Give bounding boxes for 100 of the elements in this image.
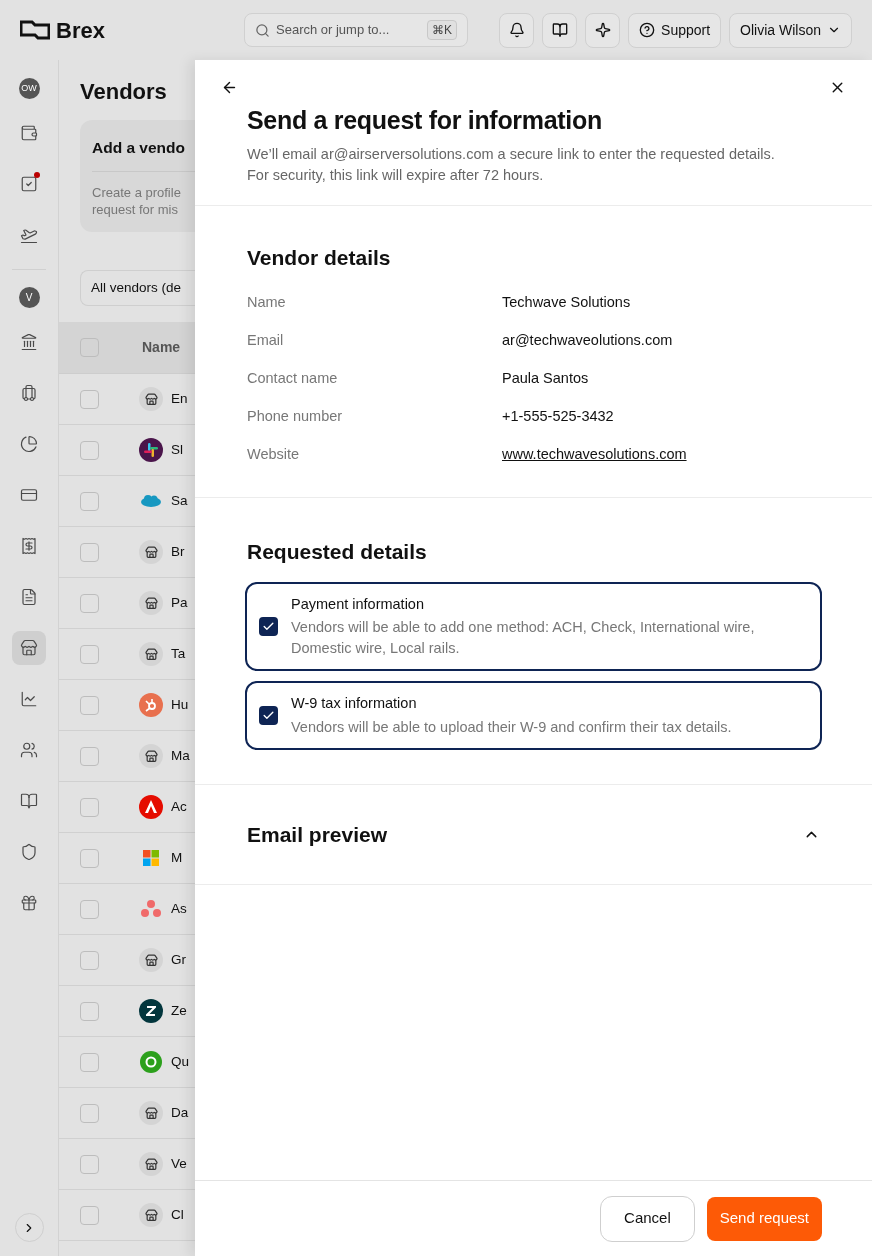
field-label: Phone number bbox=[247, 407, 344, 427]
pinwheel-logo-icon bbox=[139, 438, 163, 462]
row-checkbox[interactable] bbox=[80, 542, 99, 562]
cancel-button[interactable]: Cancel bbox=[600, 1195, 695, 1242]
search-field[interactable]: Search or jump to... ⌘K bbox=[244, 13, 468, 47]
option-title: W-9 tax information bbox=[291, 694, 418, 714]
row-checkbox[interactable] bbox=[80, 797, 99, 817]
field-value: ar@techwaveolutions.com bbox=[502, 331, 673, 351]
card-text: Create a profile request for mis bbox=[92, 184, 182, 219]
vendor-name: Da bbox=[171, 1103, 189, 1122]
option-title: Payment information bbox=[291, 594, 425, 614]
store-icon bbox=[139, 1152, 163, 1176]
option-checkbox[interactable] bbox=[259, 616, 278, 636]
shortcut-key: ⌘K bbox=[427, 20, 457, 40]
store-icon bbox=[139, 948, 163, 972]
row-checkbox[interactable] bbox=[80, 440, 99, 460]
support-button[interactable]: Support bbox=[628, 12, 722, 48]
row-checkbox[interactable] bbox=[80, 848, 99, 868]
checkbox-icon bbox=[20, 175, 38, 193]
entity-avatar[interactable]: V bbox=[18, 287, 40, 308]
store-icon bbox=[139, 1203, 163, 1227]
people-icon bbox=[20, 741, 38, 759]
vendor-name: Ve bbox=[171, 1154, 187, 1173]
search-input: Search or jump to... bbox=[276, 20, 421, 40]
field-value: +1-555-525-3432 bbox=[502, 407, 614, 427]
vendor-name: Br bbox=[171, 542, 185, 561]
book-button[interactable] bbox=[542, 12, 578, 48]
website-link[interactable]: www.techwavesolutions.com bbox=[502, 444, 687, 466]
vendor-name: Cl bbox=[171, 1205, 184, 1224]
row-checkbox[interactable] bbox=[80, 491, 99, 511]
store-icon bbox=[139, 540, 163, 564]
store-icon bbox=[139, 387, 163, 411]
store-icon bbox=[139, 1101, 163, 1125]
row-checkbox[interactable] bbox=[80, 899, 99, 919]
row-checkbox[interactable] bbox=[80, 389, 99, 409]
store-icon bbox=[20, 639, 38, 657]
row-checkbox[interactable] bbox=[80, 695, 99, 715]
vendor-name: As bbox=[171, 899, 187, 918]
row-checkbox[interactable] bbox=[80, 593, 99, 613]
wallet-icon bbox=[20, 124, 38, 142]
vendor-name: Pa bbox=[171, 593, 188, 612]
z-logo-icon bbox=[139, 999, 163, 1023]
card-icon bbox=[20, 486, 38, 504]
nav-item[interactable] bbox=[12, 631, 46, 665]
field-label: Email bbox=[247, 331, 285, 351]
vendor-name: Gr bbox=[171, 950, 186, 969]
field-label: Website bbox=[247, 445, 301, 465]
row-checkbox[interactable] bbox=[80, 1052, 99, 1072]
store-icon bbox=[139, 591, 163, 615]
row-checkbox[interactable] bbox=[80, 644, 99, 664]
option-checkbox[interactable] bbox=[259, 706, 278, 726]
sparkle-icon bbox=[594, 22, 611, 38]
book-icon bbox=[551, 22, 568, 38]
field-label: Name bbox=[247, 293, 287, 313]
row-checkbox[interactable] bbox=[80, 1154, 99, 1174]
section-heading: Vendor details bbox=[247, 244, 392, 271]
bank-icon bbox=[20, 333, 38, 351]
section-heading: Email preview bbox=[247, 821, 388, 848]
document-icon bbox=[20, 588, 38, 606]
row-checkbox[interactable] bbox=[80, 1205, 99, 1225]
shield-icon bbox=[20, 843, 38, 861]
request-option-card[interactable]: W-9 tax information Vendors will be able to upload their W-9 and confirm their tax details. bbox=[245, 681, 822, 750]
peak-logo-icon bbox=[139, 795, 163, 819]
sparkle-button[interactable] bbox=[585, 12, 621, 48]
brand-name: Brex bbox=[56, 16, 105, 45]
help-icon bbox=[639, 22, 656, 38]
row-checkbox[interactable] bbox=[80, 1103, 99, 1123]
field-value: Techwave Solutions bbox=[502, 293, 631, 313]
section-heading: Requested details bbox=[247, 539, 428, 565]
request-option-card[interactable]: Payment information Vendors will be able to add one method: ACH, Check, International wire, Domestic wire, Local rails. bbox=[245, 581, 822, 672]
row-checkbox[interactable] bbox=[80, 1001, 99, 1021]
vendor-name: Ta bbox=[171, 644, 186, 663]
chart-icon bbox=[20, 690, 38, 708]
vendor-name: Hu bbox=[171, 695, 189, 714]
user-menu-button[interactable]: Olivia Wilson bbox=[729, 12, 852, 48]
column-header: Name bbox=[142, 338, 181, 357]
ring-logo-icon bbox=[139, 1050, 163, 1074]
vendor-name: Ac bbox=[171, 797, 187, 816]
hub-logo-icon bbox=[139, 693, 163, 717]
vendor-name: Qu bbox=[171, 1052, 189, 1071]
row-checkbox[interactable] bbox=[80, 746, 99, 766]
back-icon[interactable] bbox=[221, 79, 238, 96]
gift-icon bbox=[20, 894, 38, 912]
receipt-icon bbox=[20, 537, 38, 555]
vendor-name: Ze bbox=[171, 1001, 187, 1020]
bell-icon bbox=[508, 22, 525, 38]
option-description: Vendors will be able to add one method: ACH, Check, International wire, Domestic wire, Local rails. bbox=[291, 618, 756, 659]
vendor-name: M bbox=[171, 848, 183, 867]
notifications-button[interactable] bbox=[499, 12, 535, 48]
vendor-name: Ma bbox=[171, 746, 190, 765]
store-icon bbox=[139, 642, 163, 666]
vendor-name: Sl bbox=[171, 440, 183, 459]
plane-icon bbox=[20, 226, 38, 244]
drawer-title: Send a request for information bbox=[247, 105, 603, 136]
row-checkbox[interactable] bbox=[80, 950, 99, 970]
option-description: Vendors will be able to upload their W-9 and confirm their tax details. bbox=[291, 718, 732, 737]
book-icon bbox=[20, 792, 38, 810]
user-avatar[interactable]: OW bbox=[18, 78, 40, 99]
page-title: Vendors bbox=[79, 78, 168, 106]
search-icon bbox=[255, 22, 270, 38]
